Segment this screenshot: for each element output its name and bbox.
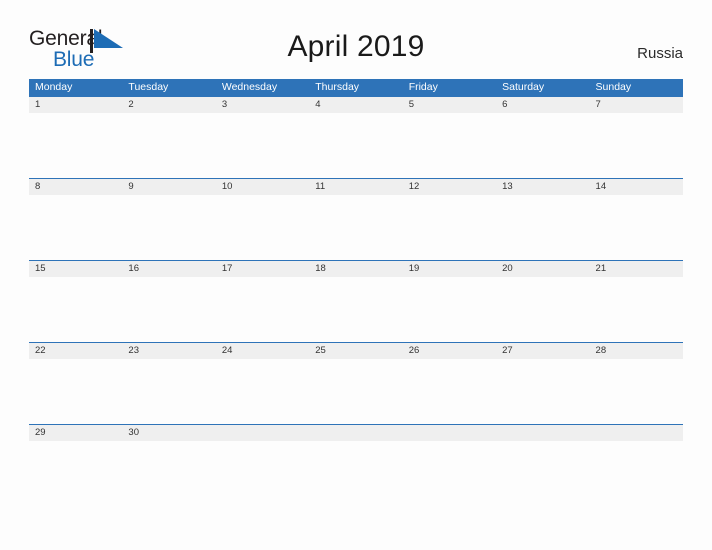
day-number[interactable]: 26 [403,343,496,359]
day-cell-body[interactable] [496,195,589,260]
day-cell-body[interactable] [309,195,402,260]
day-number[interactable]: 24 [216,343,309,359]
day-number[interactable]: 1 [29,97,122,113]
week-day-body-band [29,195,683,260]
country-label: Russia [637,45,683,62]
day-number[interactable]: 4 [309,97,402,113]
week-day-body-band [29,359,683,424]
day-number[interactable]: 5 [403,97,496,113]
calendar-grid: Monday Tuesday Wednesday Thursday Friday… [29,79,683,506]
day-number[interactable]: 2 [122,97,215,113]
day-cell-body[interactable] [122,277,215,342]
weekday-header-monday: Monday [35,81,73,93]
day-cell-body[interactable] [216,113,309,178]
day-cell-body [216,441,309,506]
weekday-header-sunday: Sunday [595,81,632,93]
day-number[interactable]: 6 [496,97,589,113]
day-cell-body[interactable] [29,195,122,260]
day-number [590,425,683,441]
day-cell-body [309,441,402,506]
weekday-header-saturday: Saturday [502,81,545,93]
day-cell-body[interactable] [216,359,309,424]
week-day-number-band: 15 16 17 18 19 20 21 [29,260,683,277]
day-cell-body[interactable] [29,359,122,424]
day-number[interactable]: 29 [29,425,122,441]
page-header: General Blue April 2019 Russia [0,0,712,79]
week-day-number-band: 29 30 [29,424,683,441]
day-cell-body[interactable] [403,195,496,260]
day-cell-body[interactable] [309,359,402,424]
day-cell-body[interactable] [309,113,402,178]
day-cell-body[interactable] [29,113,122,178]
day-cell-body [590,441,683,506]
day-cell-body[interactable] [403,359,496,424]
day-number[interactable]: 22 [29,343,122,359]
day-cell-body[interactable] [590,113,683,178]
day-number[interactable]: 11 [309,179,402,195]
week-day-body-band [29,277,683,342]
day-cell-body [496,441,589,506]
week-day-number-band: 22 23 24 25 26 27 28 [29,342,683,359]
week-day-number-band: 1 2 3 4 5 6 7 [29,96,683,113]
day-number[interactable]: 17 [216,261,309,277]
day-number[interactable]: 28 [590,343,683,359]
day-cell-body [403,441,496,506]
day-cell-body[interactable] [590,359,683,424]
day-number[interactable]: 8 [29,179,122,195]
day-number[interactable]: 16 [122,261,215,277]
day-cell-body[interactable] [309,277,402,342]
day-cell-body[interactable] [122,359,215,424]
day-number[interactable]: 21 [590,261,683,277]
week-day-body-band [29,113,683,178]
day-number[interactable]: 19 [403,261,496,277]
day-number[interactable]: 27 [496,343,589,359]
day-number[interactable]: 7 [590,97,683,113]
day-number [309,425,402,441]
week-row: 29 30 [29,424,683,506]
day-number[interactable]: 15 [29,261,122,277]
weekday-header-wednesday: Wednesday [221,81,278,93]
day-cell-body[interactable] [403,113,496,178]
day-cell-body[interactable] [122,441,215,506]
day-number [496,425,589,441]
weekday-header-thursday: Thursday [315,81,360,93]
day-number[interactable]: 10 [216,179,309,195]
day-number[interactable]: 25 [309,343,402,359]
day-number [216,425,309,441]
day-cell-body[interactable] [590,195,683,260]
page-title: April 2019 [287,30,425,63]
day-cell-body[interactable] [403,277,496,342]
week-row: 8 9 10 11 12 13 14 [29,178,683,260]
day-number[interactable]: 14 [590,179,683,195]
day-number[interactable]: 20 [496,261,589,277]
weekday-header-row: Monday Tuesday Wednesday Thursday Friday… [29,79,683,96]
day-cell-body[interactable] [496,113,589,178]
day-cell-body[interactable] [496,359,589,424]
week-row: 1 2 3 4 5 6 7 [29,96,683,178]
week-day-body-band [29,441,683,506]
day-number[interactable]: 23 [122,343,215,359]
day-number[interactable]: 13 [496,179,589,195]
weekday-header-tuesday: Tuesday [128,81,169,93]
day-number[interactable]: 12 [403,179,496,195]
day-number [403,425,496,441]
week-day-number-band: 8 9 10 11 12 13 14 [29,178,683,195]
day-cell-body[interactable] [29,277,122,342]
day-number[interactable]: 9 [122,179,215,195]
day-cell-body[interactable] [29,441,122,506]
day-number[interactable]: 18 [309,261,402,277]
day-cell-body[interactable] [590,277,683,342]
day-cell-body[interactable] [122,195,215,260]
week-row: 22 23 24 25 26 27 28 [29,342,683,424]
day-cell-body[interactable] [496,277,589,342]
day-cell-body[interactable] [216,277,309,342]
day-number[interactable]: 30 [122,425,215,441]
week-row: 15 16 17 18 19 20 21 [29,260,683,342]
day-number[interactable]: 3 [216,97,309,113]
calendar-page: General Blue April 2019 Russia Monday Tu… [0,0,712,550]
day-cell-body[interactable] [122,113,215,178]
weekday-header-friday: Friday [408,81,438,93]
day-cell-body[interactable] [216,195,309,260]
